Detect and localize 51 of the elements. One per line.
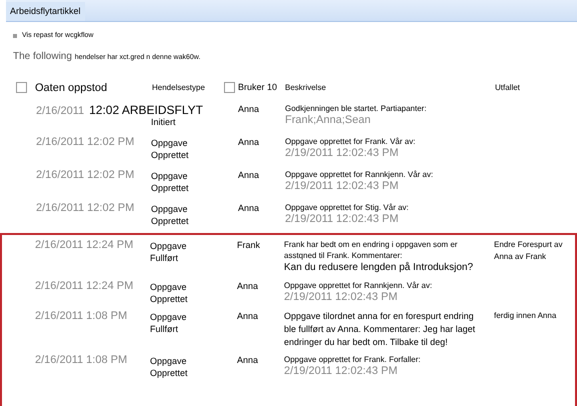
user-cell-text: Anna xyxy=(237,354,260,366)
event-type: Oppgave Opprettet xyxy=(151,202,190,226)
checkbox[interactable] xyxy=(16,82,27,94)
date-cell-text: 2/16/2011 xyxy=(36,104,84,118)
user-cell-text: Anna xyxy=(238,136,260,148)
outcome-cell-text: ferdig innen Anna xyxy=(494,310,558,322)
event-type: Oppgave Opprettet xyxy=(150,354,189,378)
date-cell-text: 2/16/2011 1:08 PM xyxy=(35,308,128,324)
user-cell-text: Anna xyxy=(237,280,260,292)
column-header: Oaten oppstod xyxy=(35,80,108,96)
description-detail: 2/19/2011 12:02:43 PM xyxy=(285,212,400,226)
description-text: Kan du redusere lengden på Introduksjon? xyxy=(284,260,474,274)
description-text: Oppgave opprettet for Rannkjenn. Vår av: xyxy=(285,168,434,180)
date-cell-text: 2/16/2011 12:02 PM xyxy=(36,134,136,150)
description-text: Oppgave opprettet for Rannkjenn. Vår av: xyxy=(284,280,434,290)
description-text: Godkjenningen ble startet. Partiapanter: xyxy=(285,102,428,114)
user-cell-text: Anna xyxy=(238,202,260,214)
date-cell-text: 2/16/2011 12:02 PM xyxy=(36,168,136,182)
event-type: Oppgave Fullført xyxy=(150,310,188,334)
description-text: Oppgave opprettet for Stig. Vår av: xyxy=(285,202,410,212)
bullet-icon xyxy=(13,34,17,38)
user-cell-text: Anna xyxy=(238,168,260,182)
description-text: Oppgave opprettet for Frank. Forfaller: xyxy=(284,354,422,364)
event-type: Initiert xyxy=(151,116,177,128)
description-detail: 2/19/2011 12:02:43 PM xyxy=(284,364,399,378)
description-detail: 2/19/2011 12:02:43 PM xyxy=(285,180,400,192)
event-type: Oppgave Opprettet xyxy=(151,136,190,160)
description-text: Oppgave opprettet for Frank. Vår av: xyxy=(285,136,416,146)
checkbox[interactable] xyxy=(224,82,235,94)
description-detail: 2/19/2011 12:02:43 PM xyxy=(284,290,399,304)
event-type: Oppgave Opprettet xyxy=(151,170,190,194)
user-cell-text: Anna xyxy=(237,310,260,322)
date-cell-text: 2/16/2011 12:24 PM xyxy=(35,238,134,252)
description-text: Oppgave tilordnet anna for en forespurt endring ble fullført av Anna. Kommentarer: Jeg har laget endringer du har bedt om. Tilbake til deg! xyxy=(284,310,476,348)
date-cell-text: 2/16/2011 1:08 PM xyxy=(35,352,128,368)
column-header: Bruker 10 xyxy=(238,81,278,94)
date-cell-text: 2/16/2011 12:02 PM xyxy=(36,200,136,216)
event-type: Oppgave Opprettet xyxy=(150,280,189,304)
event-type: Oppgave Fullført xyxy=(150,240,188,264)
date-cell-text: 2/16/2011 12:24 PM xyxy=(35,278,134,294)
column-header: Hendelsestype xyxy=(152,82,206,94)
event-heading: 12:02 ARBEIDSFLYT xyxy=(89,102,203,118)
column-header: Beskrivelse xyxy=(285,82,327,94)
user-cell-text: Anna xyxy=(238,102,260,116)
description-detail: Frank;Anna;Sean xyxy=(285,114,372,126)
user-cell-text: Frank xyxy=(237,238,262,252)
panel-title: Arbeidsflytartikkel xyxy=(6,2,85,21)
description-text: Frank har bedt om en endring i oppgaven som er asstqned til Frank. Kommentarer: xyxy=(284,238,458,260)
outcome-cell: Endre Forespurt av Anna av Frank xyxy=(494,238,563,262)
column-header: Utfallet xyxy=(495,82,521,94)
description-detail: 2/19/2011 12:02:43 PM xyxy=(285,146,400,160)
